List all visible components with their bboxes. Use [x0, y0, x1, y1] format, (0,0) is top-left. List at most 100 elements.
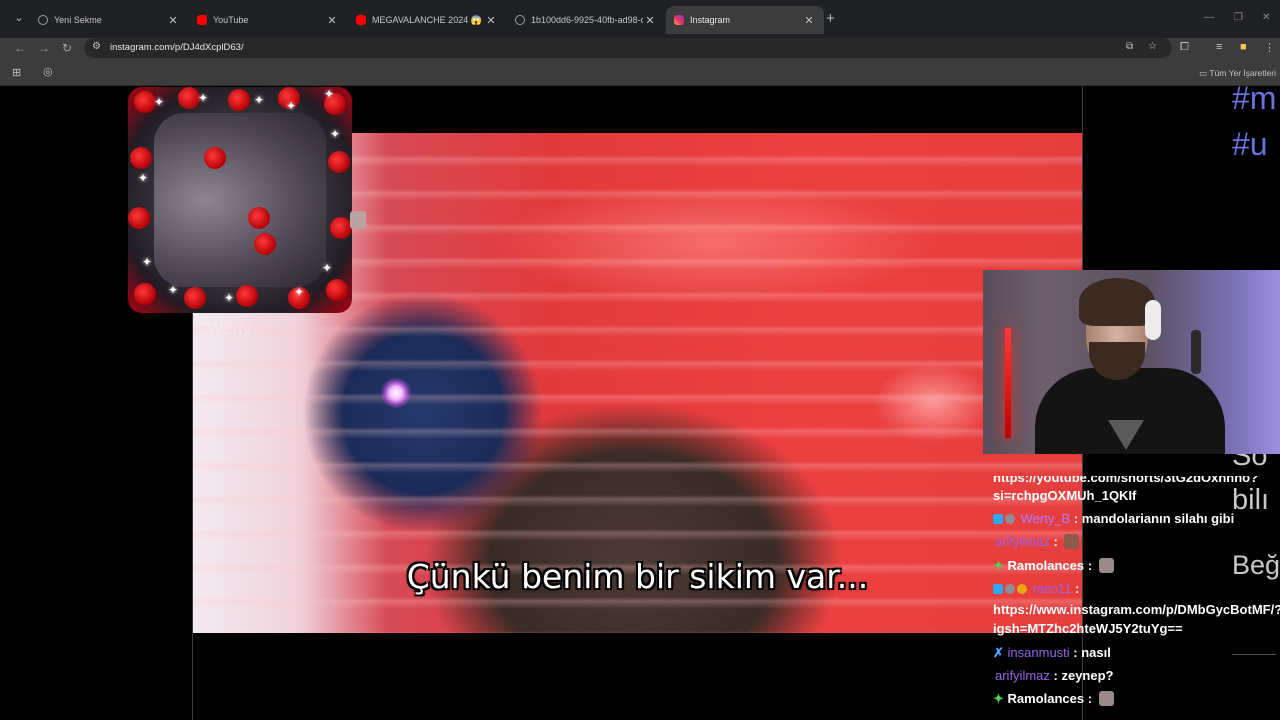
rose — [204, 147, 226, 169]
address-bar[interactable]: ⚙ instagram.com/p/DJ4dXcplD63/ ⧉ ☆ — [84, 38, 1172, 58]
star: ✦ — [168, 283, 179, 297]
chat-message: igsh=MTZhc2hteWJ5Y2tuYg== — [993, 621, 1183, 636]
chat-message: https://www.instagram.com/p/DMbGycBotMF/… — [993, 602, 1280, 617]
reload-icon[interactable]: ↻ — [62, 41, 72, 55]
streamer-hair — [1079, 278, 1155, 326]
star: ✦ — [154, 95, 165, 109]
chat-username[interactable]: arifyilmaz — [995, 668, 1050, 683]
window-close-icon[interactable]: ✕ — [1262, 12, 1270, 23]
chat-text: zeynep? — [1061, 668, 1114, 683]
apps-grid-icon[interactable]: ⊞ — [12, 66, 21, 79]
emote-icon — [1098, 558, 1114, 573]
sparkle — [381, 378, 411, 408]
link-icon — [515, 15, 525, 25]
video-subtitle: Çünkü benim bir sikim var... — [406, 557, 869, 596]
chat-message: ✦ Ramolances : — [993, 558, 1114, 574]
rose — [130, 147, 152, 169]
chat-message: si=rchpgOXMUh_1QKIf — [993, 488, 1136, 503]
rose — [326, 279, 348, 301]
hashtag-text[interactable]: #u — [1232, 126, 1268, 163]
shield-badge-icon — [1005, 584, 1015, 594]
tab-uuid[interactable]: 1b100dd6-9925-40fb-ad98-de ✕ — [507, 6, 665, 34]
forward-icon[interactable]: → — [38, 41, 50, 55]
close-icon[interactable]: ✕ — [643, 14, 657, 27]
menu-icon[interactable]: ⋮ — [1264, 41, 1275, 54]
chat-text: mandolarianın silahı gibi — [1081, 511, 1235, 526]
overlay-photo — [154, 113, 326, 287]
tab-search-icon[interactable]: ⌄ — [10, 11, 28, 27]
shield-badge-icon — [1005, 514, 1015, 524]
site-info-icon[interactable]: ⚙ — [92, 41, 101, 52]
tab-megavalanche[interactable]: MEGAVALANCHE 2024 😱 FUL ✕ — [348, 6, 506, 34]
close-icon[interactable]: ✕ — [325, 14, 339, 27]
install-icon[interactable]: ⧉ — [1126, 41, 1133, 52]
chat-username[interactable]: arifyilmaz — [995, 534, 1050, 549]
star: ✦ — [294, 285, 305, 299]
youtube-icon — [197, 15, 207, 25]
side-text: bilı — [1232, 484, 1270, 516]
tab-label: Instagram — [690, 15, 731, 25]
rose — [134, 91, 156, 113]
all-bookmarks[interactable]: ▭ Tüm Yer İşaretleri — [1199, 68, 1276, 79]
chat-message: ✗ insanmusti : nasıl — [993, 645, 1111, 660]
globe-icon — [38, 15, 48, 25]
chat-link[interactable]: igsh=MTZhc2hteWJ5Y2tuYg== — [993, 621, 1183, 636]
chat-username[interactable]: Ramolances — [1008, 558, 1085, 573]
new-tab-button[interactable]: + — [826, 10, 835, 27]
media-icon[interactable]: ≡ — [1216, 41, 1222, 53]
gem-badge-icon — [993, 514, 1003, 524]
minimize-icon[interactable]: — — [1204, 12, 1214, 23]
chat-username[interactable]: Werty_B — [1021, 511, 1071, 526]
chat-message: arifyilmaz : — [993, 534, 1080, 549]
chat-message: raso11 : — [993, 581, 1079, 596]
rose — [328, 151, 350, 173]
rose-frame-overlay: ✦ ✦ ✦ ✦ ✦ ✦ ✦ ✦ ✦ ✦ ✦ ✦ — [128, 87, 352, 313]
close-icon[interactable]: ✕ — [484, 14, 498, 27]
url-text: instagram.com/p/DJ4dXcplD63/ — [110, 42, 244, 53]
chat-message: ✦ Ramolances : — [993, 691, 1114, 707]
globe-icon[interactable]: ◎ — [43, 65, 53, 78]
bookmark-star-icon[interactable]: ☆ — [1148, 41, 1157, 52]
microphone — [1191, 330, 1201, 374]
back-icon[interactable]: ← — [14, 41, 26, 55]
star: ✦ — [286, 99, 297, 113]
instagram-icon — [674, 15, 684, 25]
star: ✦ — [142, 255, 153, 269]
chat-username[interactable]: raso11 — [1033, 581, 1072, 596]
emote-icon — [1098, 691, 1114, 706]
close-icon[interactable]: ✕ — [166, 14, 180, 27]
extension-icon[interactable]: ■ — [1240, 41, 1247, 53]
chat-message: arifyilmaz : zeynep? — [995, 668, 1114, 683]
rose — [228, 89, 250, 111]
browser-toolbar: ← → ↻ ⚙ instagram.com/p/DJ4dXcplD63/ ⧉ ☆… — [0, 38, 1280, 60]
gem-badge-icon — [993, 584, 1003, 594]
sticker — [350, 211, 366, 229]
rose — [178, 87, 200, 109]
star: ✦ — [138, 171, 149, 185]
tab-label: YouTube — [213, 15, 249, 25]
chat-link[interactable]: https://www.instagram.com/p/DMbGycBotMF/… — [993, 602, 1280, 617]
chat-username[interactable]: Ramolances — [1008, 691, 1085, 706]
red-lamp — [1005, 328, 1011, 438]
tab-yeni-sekme[interactable]: Yeni Sekme ✕ — [30, 6, 188, 34]
video-watermark: Werty — [207, 319, 252, 338]
star: ✦ — [198, 91, 209, 105]
maximize-icon[interactable]: ❐ — [1234, 12, 1243, 23]
rose — [254, 233, 276, 255]
tab-label: MEGAVALANCHE 2024 😱 FUL — [372, 14, 484, 25]
divider — [1232, 654, 1276, 655]
chat-username[interactable]: insanmusti — [1008, 645, 1070, 660]
star: ✦ — [322, 261, 333, 275]
tab-youtube[interactable]: YouTube ✕ — [189, 6, 347, 34]
close-icon[interactable]: ✕ — [802, 14, 816, 27]
star: ✦ — [224, 291, 235, 305]
sparkle-badge-icon: ✦ — [993, 558, 1004, 573]
folder-icon: ▭ — [1199, 68, 1208, 78]
hashtag-text[interactable]: #m — [1232, 80, 1276, 117]
extensions-icon[interactable]: ⧠ — [1180, 41, 1189, 54]
tab-instagram[interactable]: Instagram ✕ — [666, 6, 824, 34]
rose — [128, 207, 150, 229]
sword-badge-icon: ✗ — [993, 645, 1004, 660]
side-text: Beğ — [1232, 550, 1280, 580]
tab-label: Yeni Sekme — [54, 15, 102, 25]
